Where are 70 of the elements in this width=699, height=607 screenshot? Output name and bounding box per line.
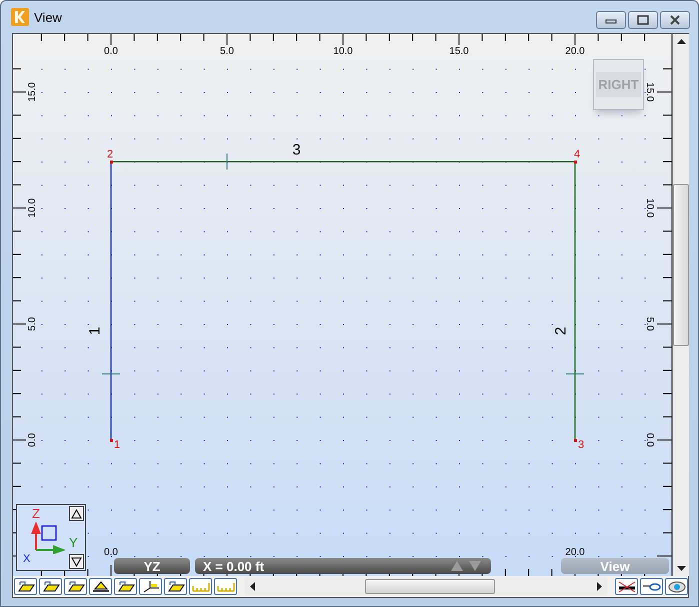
toolbar-button[interactable] <box>164 578 187 594</box>
toolbar-button[interactable] <box>39 578 62 594</box>
axis-triad-drawing <box>31 522 65 554</box>
horizontal-scrollbar[interactable] <box>245 578 607 594</box>
step-arrows-icon[interactable] <box>449 560 483 572</box>
rotate-down-button[interactable] <box>69 554 84 569</box>
scrollbar-thumb[interactable] <box>673 184 689 346</box>
member-line[interactable] <box>110 162 112 440</box>
maximize-button[interactable] <box>628 11 658 29</box>
plane-button[interactable]: YZ <box>114 558 190 574</box>
ruler-label: 0.0 <box>27 433 38 447</box>
ruler-label: 20.0 <box>565 547 585 558</box>
ruler-label: 5.0 <box>27 317 38 331</box>
node-label: 2 <box>107 148 114 161</box>
toolbar-button[interactable] <box>114 578 137 594</box>
window-title: View <box>34 10 63 24</box>
toolbar-button[interactable] <box>665 578 688 594</box>
app-logo-icon <box>11 8 29 26</box>
ruler-label: 10.0 <box>27 198 38 218</box>
scroll-down-icon[interactable] <box>676 566 686 571</box>
drawing-canvas[interactable]: 0.0 5.0 10.0 15.0 20.0 0.0 20.0 0.0 5.0 10.0 15.0 0.0 5.0 10.0 15.0 2 3 4 1 2 1 3 RIGHT Z Y X YZ X = 0.00 ft View <box>13 34 673 576</box>
node-point[interactable] <box>110 160 113 164</box>
axis-label: Y <box>69 536 78 549</box>
toolbar-button[interactable] <box>615 578 638 594</box>
node-label: 1 <box>114 439 120 451</box>
member-label: 3 <box>292 142 301 159</box>
toolbar-button[interactable] <box>640 578 663 594</box>
coordinate-value: X = 0.00 ft <box>203 558 264 574</box>
ruler-label: 10.0 <box>333 46 353 57</box>
node-point[interactable] <box>574 439 577 442</box>
member-midpoint-mark <box>566 373 584 374</box>
node-label: 4 <box>574 148 580 161</box>
member-midpoint-mark <box>102 373 120 374</box>
toolbar-button[interactable] <box>139 578 162 594</box>
scroll-left-icon[interactable] <box>250 582 255 590</box>
ruler-label: 20.0 <box>565 46 585 57</box>
member-label: 2 <box>552 326 570 336</box>
ruler-label: 5.0 <box>644 317 655 331</box>
ruler-label: 0.0 <box>104 46 118 57</box>
member-line[interactable] <box>574 162 576 440</box>
scroll-right-icon[interactable] <box>597 582 602 590</box>
axis-label: Z <box>32 507 40 520</box>
eye-icon <box>666 580 686 592</box>
ruler-label: 5.0 <box>220 46 234 57</box>
view-cube-label: RIGHT <box>596 72 641 97</box>
scroll-up-icon[interactable] <box>676 39 686 44</box>
axis-label: X <box>23 554 30 565</box>
node-point[interactable] <box>574 160 577 164</box>
vertical-scrollbar[interactable] <box>673 34 689 576</box>
toolbar-button[interactable] <box>14 578 37 594</box>
node-point[interactable] <box>110 439 113 442</box>
node-label: 3 <box>578 439 584 451</box>
toolbar-button[interactable] <box>89 578 112 594</box>
ruler-label: 0.0 <box>104 547 118 558</box>
member-line[interactable] <box>111 160 575 162</box>
close-button[interactable] <box>660 11 690 29</box>
ruler-label: 10.0 <box>644 198 655 218</box>
ruler-label: 15.0 <box>449 46 469 57</box>
member-label: 1 <box>86 326 104 336</box>
rotate-up-button[interactable] <box>69 506 84 521</box>
minimize-button[interactable] <box>596 11 626 29</box>
member-midpoint-mark <box>226 153 228 170</box>
close-icon <box>669 15 681 25</box>
ruler-label: 15.0 <box>644 82 655 102</box>
maximize-icon <box>637 15 649 25</box>
support-icon <box>90 580 110 592</box>
scrollbar-thumb[interactable] <box>365 578 495 594</box>
ruler-label: 0.0 <box>644 433 655 447</box>
toolbar-button[interactable] <box>64 578 87 594</box>
ruler-label: 15.0 <box>27 82 38 102</box>
